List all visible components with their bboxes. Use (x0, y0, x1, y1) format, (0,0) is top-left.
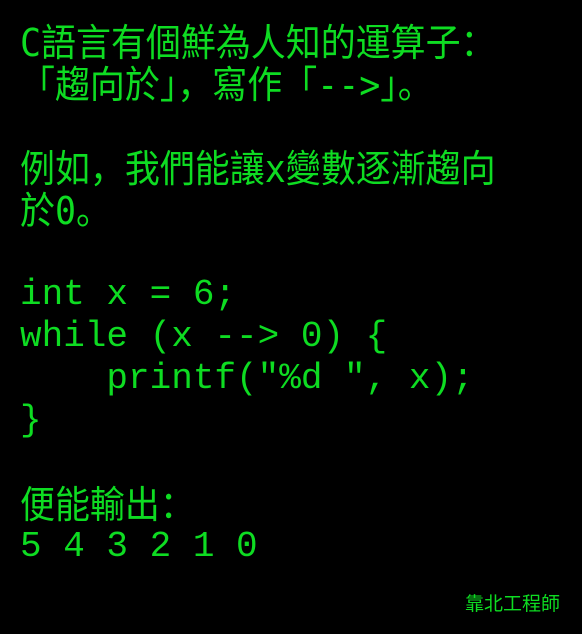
example-line-1: 例如，我們能讓x變數逐漸趨向 (20, 147, 496, 191)
code-line-2: while (x --> 0) { (20, 316, 388, 357)
code-line-3: printf("%d ", x); (20, 358, 474, 399)
output-label: 便能輸出： (20, 483, 195, 527)
intro-line-2: 「趨向於」，寫作「-->」。 (20, 63, 433, 107)
terminal-screen: C語言有個鮮為人知的運算子： 「趨向於」，寫作「-->」。 例如，我們能讓x變數… (0, 0, 582, 634)
example-line-2: 於0。 (20, 189, 111, 233)
code-line-4: } (20, 400, 42, 441)
output-values: 5 4 3 2 1 0 (20, 526, 258, 567)
intro-line-1: C語言有個鮮為人知的運算子： (20, 21, 496, 65)
author-credit: 靠北工程師 (464, 593, 560, 615)
code-line-1: int x = 6; (20, 274, 237, 315)
